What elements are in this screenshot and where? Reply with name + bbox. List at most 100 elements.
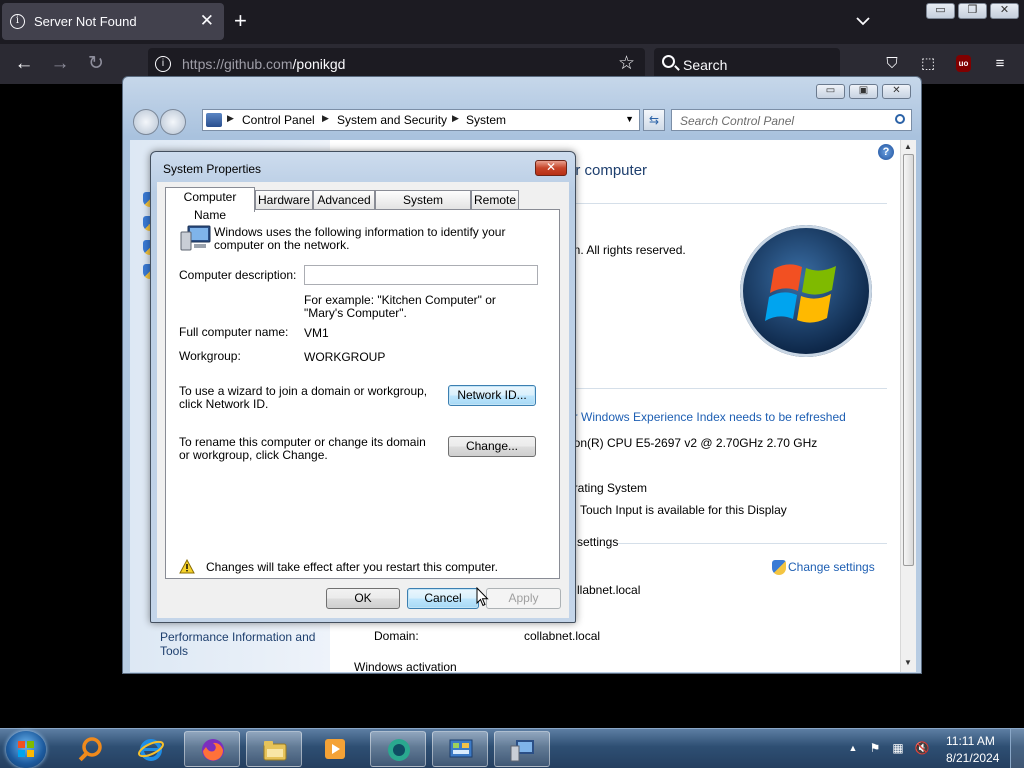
- wei-refresh-link[interactable]: ur Windows Experience Index needs to be …: [567, 410, 846, 424]
- cancel-button[interactable]: Cancel: [407, 588, 479, 609]
- folder-icon: [263, 741, 287, 761]
- computer-icon: [510, 740, 534, 762]
- show-desktop-button[interactable]: [1010, 729, 1024, 768]
- refresh-button[interactable]: ⇆: [643, 109, 665, 131]
- computer-icon: [180, 225, 211, 251]
- taskbar-internet-explorer[interactable]: [123, 731, 179, 767]
- clock-date[interactable]: 8/21/2024: [946, 751, 999, 765]
- bookmark-star-icon[interactable]: ☆: [618, 52, 635, 75]
- taskbar-system-properties[interactable]: [494, 731, 550, 767]
- help-icon[interactable]: ?: [878, 144, 894, 160]
- ublock-origin-icon[interactable]: uo: [956, 55, 971, 72]
- cp-minimize-button[interactable]: ▭: [816, 84, 845, 99]
- network-id-text: To use a wizard to join a domain or work…: [179, 384, 428, 411]
- url-path: /ponikgd: [292, 56, 346, 72]
- full-name-value: VM1: [304, 326, 329, 340]
- dialog-title: System Properties: [163, 162, 262, 176]
- change-button[interactable]: Change...: [448, 436, 536, 457]
- divider: [567, 203, 887, 204]
- scroll-up-icon[interactable]: ▲: [904, 142, 912, 151]
- tab-computer-name[interactable]: Computer Name: [165, 187, 255, 222]
- tab-hardware[interactable]: Hardware: [255, 190, 313, 210]
- browser-tab[interactable]: i Server Not Found ✕: [2, 3, 224, 40]
- firefox-icon: [202, 739, 224, 761]
- cp-back-button[interactable]: [133, 109, 159, 135]
- ok-button[interactable]: OK: [326, 588, 400, 609]
- link-performance-info[interactable]: Performance Information and Tools: [160, 630, 325, 658]
- pocket-icon[interactable]: ⛉: [883, 55, 901, 73]
- internet-explorer-icon: [138, 739, 164, 761]
- apply-button[interactable]: Apply: [486, 588, 561, 609]
- breadcrumb-system-security[interactable]: System and Security: [337, 113, 447, 127]
- taskbar-firefox[interactable]: [184, 731, 240, 767]
- network-icon[interactable]: ▦: [890, 741, 906, 756]
- minimize-button[interactable]: ▭: [926, 3, 955, 19]
- copyright-text: on. All rights reserved.: [567, 243, 686, 257]
- breadcrumb-system[interactable]: System: [466, 113, 506, 127]
- taskbar-explorer[interactable]: [246, 731, 302, 767]
- scroll-thumb[interactable]: [903, 154, 914, 566]
- network-id-button[interactable]: Network ID...: [448, 385, 536, 406]
- taskbar-control-panel[interactable]: [432, 731, 488, 767]
- scroll-down-icon[interactable]: ▼: [904, 658, 912, 667]
- app-icon: [388, 739, 410, 761]
- show-hidden-icons-icon[interactable]: ▲: [845, 741, 861, 756]
- dialog-close-button[interactable]: ✕: [535, 160, 567, 176]
- restart-warning: Changes will take effect after you resta…: [206, 560, 498, 574]
- change-settings-link[interactable]: Change settings: [788, 560, 875, 574]
- media-player-icon: [325, 739, 345, 759]
- close-tab-icon[interactable]: ✕: [200, 11, 214, 31]
- chevron-down-icon[interactable]: [856, 14, 870, 28]
- close-window-button[interactable]: ✕: [990, 3, 1019, 19]
- tab-remote[interactable]: Remote: [471, 190, 519, 210]
- breadcrumb-arrow-icon[interactable]: ▶: [452, 113, 459, 124]
- clock-time[interactable]: 11:11 AM: [946, 734, 995, 748]
- reload-button[interactable]: ↻: [85, 53, 107, 75]
- restore-button[interactable]: ❐: [958, 3, 987, 19]
- forward-button[interactable]: →: [49, 53, 71, 75]
- start-button[interactable]: [6, 731, 46, 768]
- menu-icon[interactable]: ≡: [991, 55, 1009, 73]
- taskbar: ▲ ⚑ ▦ 🔇 11:11 AM 8/21/2024: [0, 728, 1024, 768]
- breadcrumb-control-panel[interactable]: Control Panel: [242, 113, 315, 127]
- cp-address-bar[interactable]: ▶ Control Panel ▶ System and Security ▶ …: [202, 109, 640, 131]
- cp-scrollbar[interactable]: ▲ ▼: [900, 140, 916, 672]
- cp-maximize-button[interactable]: ▣: [849, 84, 878, 99]
- taskbar-media-player[interactable]: [307, 731, 363, 767]
- breadcrumb-arrow-icon[interactable]: ▶: [322, 113, 329, 124]
- page-heading: ur computer: [567, 162, 648, 179]
- volume-muted-icon[interactable]: 🔇: [914, 741, 930, 756]
- computer-description-input[interactable]: [304, 265, 538, 285]
- domain-value: collabnet.local: [524, 629, 601, 643]
- magnifier-icon: [78, 737, 102, 762]
- section-heading-settings: settings: [577, 535, 619, 549]
- system-type-value: erating System: [567, 481, 648, 495]
- taskbar-app-circle[interactable]: [370, 731, 426, 767]
- taskbar-search-app[interactable]: [62, 731, 118, 767]
- cp-search-input[interactable]: Search Control Panel: [671, 109, 912, 131]
- address-dropdown-icon[interactable]: ▼: [625, 114, 634, 124]
- tab-system-protection[interactable]: System Protection: [375, 190, 471, 225]
- search-icon: [895, 114, 905, 124]
- search-placeholder: Search: [683, 57, 728, 73]
- new-tab-button[interactable]: +: [234, 9, 247, 33]
- tab-advanced[interactable]: Advanced: [313, 190, 375, 210]
- site-info-icon[interactable]: i: [155, 56, 171, 72]
- info-icon: i: [10, 14, 25, 29]
- cp-close-button[interactable]: ✕: [882, 84, 911, 99]
- full-name-value: llabnet.local: [577, 583, 641, 597]
- domain-label: Domain:: [374, 629, 419, 643]
- dialog-body: Computer Name Hardware Advanced System P…: [157, 182, 569, 618]
- cp-forward-button[interactable]: [160, 109, 186, 135]
- url-text[interactable]: https://github.com/ponikgd: [182, 56, 345, 72]
- description-label: Computer description:: [179, 268, 297, 282]
- processor-value: eon(R) CPU E5-2697 v2 @ 2.70GHz 2.70 GHz: [567, 436, 818, 450]
- extensions-icon[interactable]: ⬚: [919, 55, 937, 73]
- shield-icon: [772, 560, 786, 575]
- system-properties-dialog: System Properties ✕ Computer Name Hardwa…: [150, 151, 576, 623]
- rename-text: To rename this computer or change its do…: [179, 435, 426, 462]
- back-button[interactable]: ←: [13, 53, 35, 75]
- action-center-flag-icon[interactable]: ⚑: [867, 741, 883, 756]
- system-tray: ▲ ⚑ ▦ 🔇 11:11 AM 8/21/2024: [842, 729, 1024, 768]
- divider: [618, 543, 887, 544]
